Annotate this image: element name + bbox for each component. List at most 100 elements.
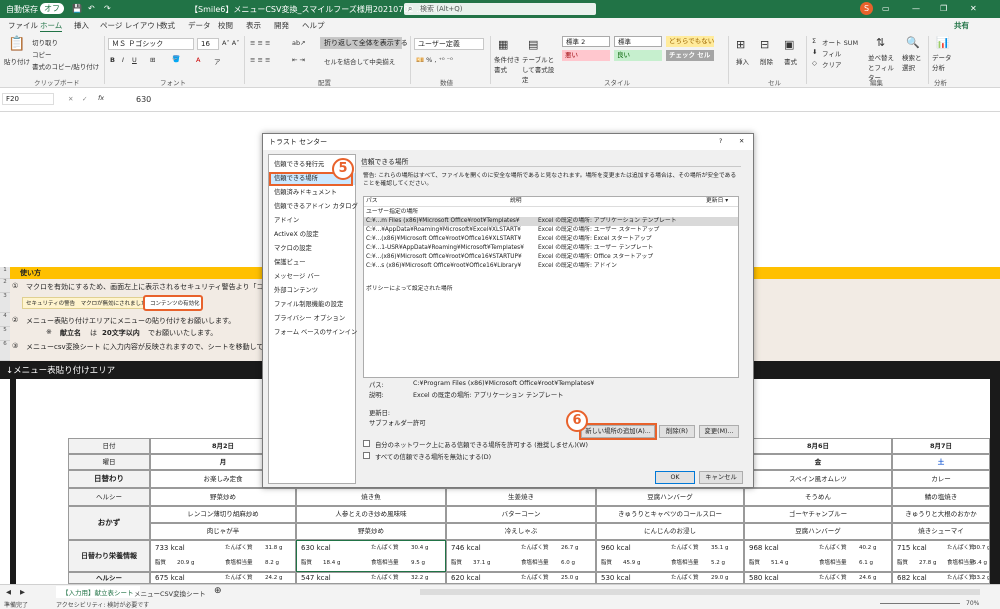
healthy-menu-cell[interactable]: 生姜焼き xyxy=(446,488,596,506)
paste-button[interactable]: 貼り付け xyxy=(4,56,30,66)
border-icon[interactable]: ⊞ xyxy=(150,56,155,64)
location-path[interactable]: C:¥...1-USR¥AppData¥Roaming¥Microsoft¥Te… xyxy=(366,244,524,253)
side-dish-cell[interactable]: ゴーヤチャンプルー xyxy=(744,506,892,523)
name-box[interactable]: F20 xyxy=(2,93,54,105)
column-path[interactable]: パス xyxy=(366,197,378,206)
insert-function-icon[interactable]: fx xyxy=(98,94,104,102)
nutrition-cell[interactable]: 530 kcal たんぱく質 29.0 g xyxy=(596,572,744,584)
tab-file[interactable]: ファイル xyxy=(8,20,38,31)
nutrition-cell[interactable]: 620 kcal たんぱく質 25.0 g xyxy=(446,572,596,584)
style-check-cell[interactable]: チェック セル xyxy=(666,50,714,61)
find-select-icon[interactable]: 🔍 xyxy=(906,36,920,49)
clear-button[interactable]: クリア xyxy=(822,59,842,69)
font-name-select[interactable]: ＭＳ Ｐゴシック xyxy=(108,38,194,50)
close-dialog-icon[interactable]: ✕ xyxy=(739,138,744,145)
remove-location-button[interactable]: 削除(R) xyxy=(659,425,695,438)
ribbon-display-icon[interactable]: ▭ xyxy=(882,4,890,13)
redo-icon[interactable]: ↷ xyxy=(104,4,111,13)
format-painter-button[interactable]: 書式のコピー/貼り付け xyxy=(32,61,99,71)
ok-button[interactable]: OK xyxy=(655,471,695,484)
nav-file-block[interactable]: ファイル制限機能の設定 xyxy=(271,299,355,311)
close-window-icon[interactable]: ✕ xyxy=(970,4,977,13)
nutrition-cell[interactable]: 968 kcal たんぱく質 40.2 g 脂質 51.4 g 食塩相当量 6.1 g xyxy=(744,540,892,572)
nav-privacy[interactable]: プライバシー オプション xyxy=(271,313,355,325)
copy-button[interactable]: コピー xyxy=(32,49,52,59)
location-description[interactable]: Excel の既定の場所: アプリケーション テンプレート xyxy=(538,217,677,226)
help-icon[interactable]: ? xyxy=(719,138,722,145)
nutrition-cell[interactable]: 547 kcal たんぱく質 32.2 g xyxy=(296,572,446,584)
side-dish-cell[interactable]: にんじんのお浸し xyxy=(596,523,744,540)
nutrition-cell[interactable]: 733 kcal たんぱく質 31.8 g 脂質 20.9 g 食塩相当量 8.2 g xyxy=(150,540,296,572)
tab-scroll-left-icon[interactable]: ◀ xyxy=(6,588,11,596)
side-dish-cell[interactable]: 肉じゃが半 xyxy=(150,523,296,540)
merge-center-button[interactable]: セルを結合して中央揃え xyxy=(324,56,395,66)
delete-cells-button[interactable]: 削除 xyxy=(760,56,773,66)
nutrition-cell[interactable]: 682 kcal たんぱく質 33.2 g xyxy=(892,572,990,584)
cut-button[interactable]: 切り取り xyxy=(32,37,58,47)
healthy-menu-cell[interactable]: そうめん xyxy=(744,488,892,506)
tab-formulas[interactable]: 数式 xyxy=(160,20,175,31)
healthy-menu-cell[interactable]: 豆腐ハンバーグ xyxy=(596,488,744,506)
side-dish-cell[interactable]: レンコン薄切り胡麻炒め xyxy=(150,506,296,523)
sort-filter-icon[interactable]: ⇅ xyxy=(876,36,885,49)
format-table-icon[interactable]: ▤ xyxy=(528,38,538,51)
nav-protected-view[interactable]: 保護ビュー xyxy=(271,257,355,269)
find-select-button[interactable]: 検索と選択 xyxy=(902,52,926,72)
nav-message-bar[interactable]: メッセージ バー xyxy=(271,271,355,283)
allow-network-checkbox[interactable] xyxy=(363,440,370,447)
location-description[interactable]: Excel の既定の場所: Excel スタートアップ xyxy=(538,235,652,244)
format-cells-button[interactable]: 書式 xyxy=(784,56,797,66)
tab-view[interactable]: 表示 xyxy=(246,20,261,31)
bold-icon[interactable]: B xyxy=(110,56,115,64)
location-path[interactable]: C:¥...(x86)¥Microsoft Office¥root¥Office… xyxy=(366,235,521,244)
location-path[interactable]: C:¥...s (x86)¥Microsoft Office¥root¥Offi… xyxy=(366,262,521,271)
orientation-icon[interactable]: ab↗ xyxy=(292,39,306,47)
side-dish-cell[interactable]: 冷えしゃぶ xyxy=(446,523,596,540)
healthy-menu-cell[interactable]: 焼き魚 xyxy=(296,488,446,506)
nav-trusted-addin-catalogs[interactable]: 信頼できるアドイン カタログ xyxy=(271,201,358,213)
paste-icon[interactable]: 📋 xyxy=(8,36,25,52)
daily-menu-cell[interactable]: スペイン風オムレツ xyxy=(744,470,892,488)
italic-icon[interactable]: I xyxy=(122,56,124,64)
font-color-icon[interactable]: A xyxy=(196,56,200,64)
row-header[interactable]: 4 xyxy=(0,313,10,327)
style-bad[interactable]: 悪い xyxy=(562,50,610,61)
cancel-button[interactable]: キャンセル xyxy=(699,471,743,484)
number-format-select[interactable]: ユーザー定義 xyxy=(414,38,484,50)
fill-icon[interactable]: ⬇ xyxy=(812,48,817,56)
daily-menu-cell[interactable]: カレー xyxy=(892,470,990,488)
tab-help[interactable]: ヘルプ xyxy=(302,20,325,31)
side-dish-cell[interactable]: 焼きシューマイ xyxy=(892,523,990,540)
conditional-format-button[interactable]: 条件付き書式 xyxy=(494,54,520,74)
align-top-icon[interactable]: ≡ ≡ ≡ xyxy=(250,39,270,47)
row-header[interactable]: 3 xyxy=(0,293,10,313)
nutrition-cell[interactable]: 630 kcal たんぱく質 30.4 g 脂質 18.4 g 食塩相当量 9.5 g xyxy=(296,540,446,572)
delete-cells-icon[interactable]: ⊟ xyxy=(760,38,769,51)
nutrition-cell[interactable]: 675 kcal たんぱく質 24.2 g xyxy=(150,572,296,584)
nav-activex[interactable]: ActiveX の設定 xyxy=(271,229,355,241)
enable-content-button[interactable]: コンテンツの有効化 xyxy=(150,299,200,307)
accessibility-status[interactable]: アクセシビリティ: 検討が必要です xyxy=(56,600,149,609)
tab-insert[interactable]: 挿入 xyxy=(74,20,89,31)
date-cell[interactable]: 8月7日 xyxy=(892,438,990,454)
phonetic-icon[interactable]: ア xyxy=(214,56,221,66)
nutrition-cell[interactable]: 746 kcal たんぱく質 26.7 g 脂質 37.1 g 食塩相当量 6.0 g xyxy=(446,540,596,572)
indent-icon[interactable]: ⇤ ⇥ xyxy=(292,56,305,64)
save-icon[interactable]: 💾 xyxy=(72,4,82,13)
nav-macro-settings[interactable]: マクロの設定 xyxy=(271,243,355,255)
weekday-cell[interactable]: 土 xyxy=(892,454,990,470)
insert-cells-icon[interactable]: ⊞ xyxy=(736,38,745,51)
nav-addins[interactable]: アドイン xyxy=(271,215,355,227)
location-path[interactable]: C:¥...(x86)¥Microsoft Office¥root¥Office… xyxy=(366,253,522,262)
style-normal-2[interactable]: 標準 2 xyxy=(562,36,610,47)
row-header[interactable]: 5 xyxy=(0,327,10,341)
location-description[interactable]: Excel の既定の場所: ユーザー スタートアップ xyxy=(538,226,659,235)
modify-location-button[interactable]: 変更(M)... xyxy=(699,425,739,438)
column-description[interactable]: 説明 xyxy=(510,197,522,206)
zoom-slider[interactable] xyxy=(880,603,960,604)
side-dish-cell[interactable]: バターコーン xyxy=(446,506,596,523)
analyze-data-button[interactable]: データ分析 xyxy=(932,52,954,72)
format-cells-icon[interactable]: ▣ xyxy=(784,38,794,51)
disable-all-checkbox[interactable] xyxy=(363,452,370,459)
undo-icon[interactable]: ↶ xyxy=(88,4,95,13)
